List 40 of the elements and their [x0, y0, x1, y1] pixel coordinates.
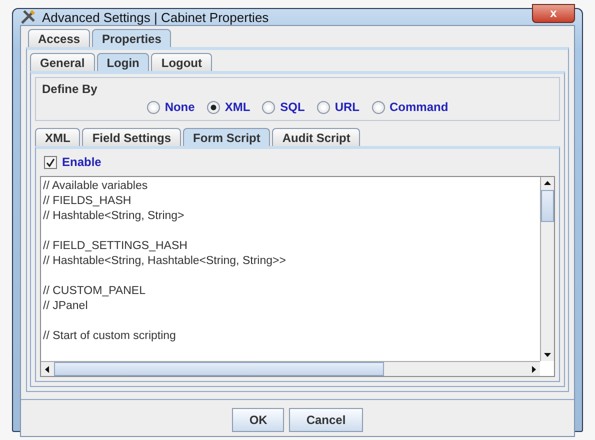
vertical-scrollbar[interactable] [540, 177, 554, 361]
dialog-button[interactable]: Cancel [289, 408, 363, 432]
scroll-thumb[interactable] [54, 362, 384, 376]
radio-button[interactable] [146, 100, 160, 114]
group-title: Define By [42, 82, 98, 96]
code-line: // Start of custom scripting [43, 329, 177, 344]
window-title: Advanced Settings | Cabinet Properties [42, 10, 270, 24]
scroll-thumb[interactable] [541, 190, 554, 222]
tab[interactable]: Form Script [183, 128, 270, 146]
tab[interactable]: Logout [151, 53, 212, 71]
tab[interactable]: Access [28, 29, 90, 47]
radio-option[interactable]: XML [206, 100, 250, 114]
tab[interactable]: XML [35, 128, 80, 146]
radio-button[interactable] [316, 100, 330, 114]
dialog-button[interactable]: OK [232, 408, 284, 432]
horizontal-scrollbar[interactable] [41, 361, 540, 376]
tab[interactable]: Login [96, 53, 150, 71]
enable-checkbox[interactable]: Enable [44, 155, 555, 169]
radio-button[interactable] [206, 100, 220, 114]
code-line: // Hashtable<String, Hashtable<String, String>> [43, 254, 287, 269]
code-line: // CUSTOM_PANEL [43, 284, 146, 299]
code-line: // Hashtable<String, String> [43, 209, 186, 224]
code-line: // FIELD_SETTINGS_HASH [43, 239, 188, 254]
radio-button[interactable] [262, 100, 276, 114]
tab[interactable]: Audit Script [272, 128, 360, 146]
tab[interactable]: Properties [92, 29, 172, 47]
radio-option[interactable]: Command [372, 100, 448, 114]
check-icon [46, 158, 55, 166]
tools-icon [20, 9, 36, 25]
code-line: // FIELDS_HASH [43, 194, 132, 209]
checkbox[interactable] [44, 156, 57, 168]
tab[interactable]: General [30, 53, 95, 71]
tab[interactable]: Field Settings [82, 128, 182, 146]
radio-option[interactable]: SQL [262, 100, 305, 114]
code-line: // JPanel [43, 299, 89, 314]
code-line: // Available variables [43, 179, 149, 194]
radio-option[interactable]: None [146, 100, 195, 114]
radio-option[interactable]: URL [316, 100, 360, 114]
code-editor[interactable]: // Available variables // FIELDS_HASH // Hashtable<String, String> // FIELD_SETTINGS_HASH // Hashtable<String, Hashtable<String, String>> // CUSTOM_PANEL // JPanel // Start of custom scripting [40, 176, 555, 377]
radio-button[interactable] [372, 100, 384, 114]
